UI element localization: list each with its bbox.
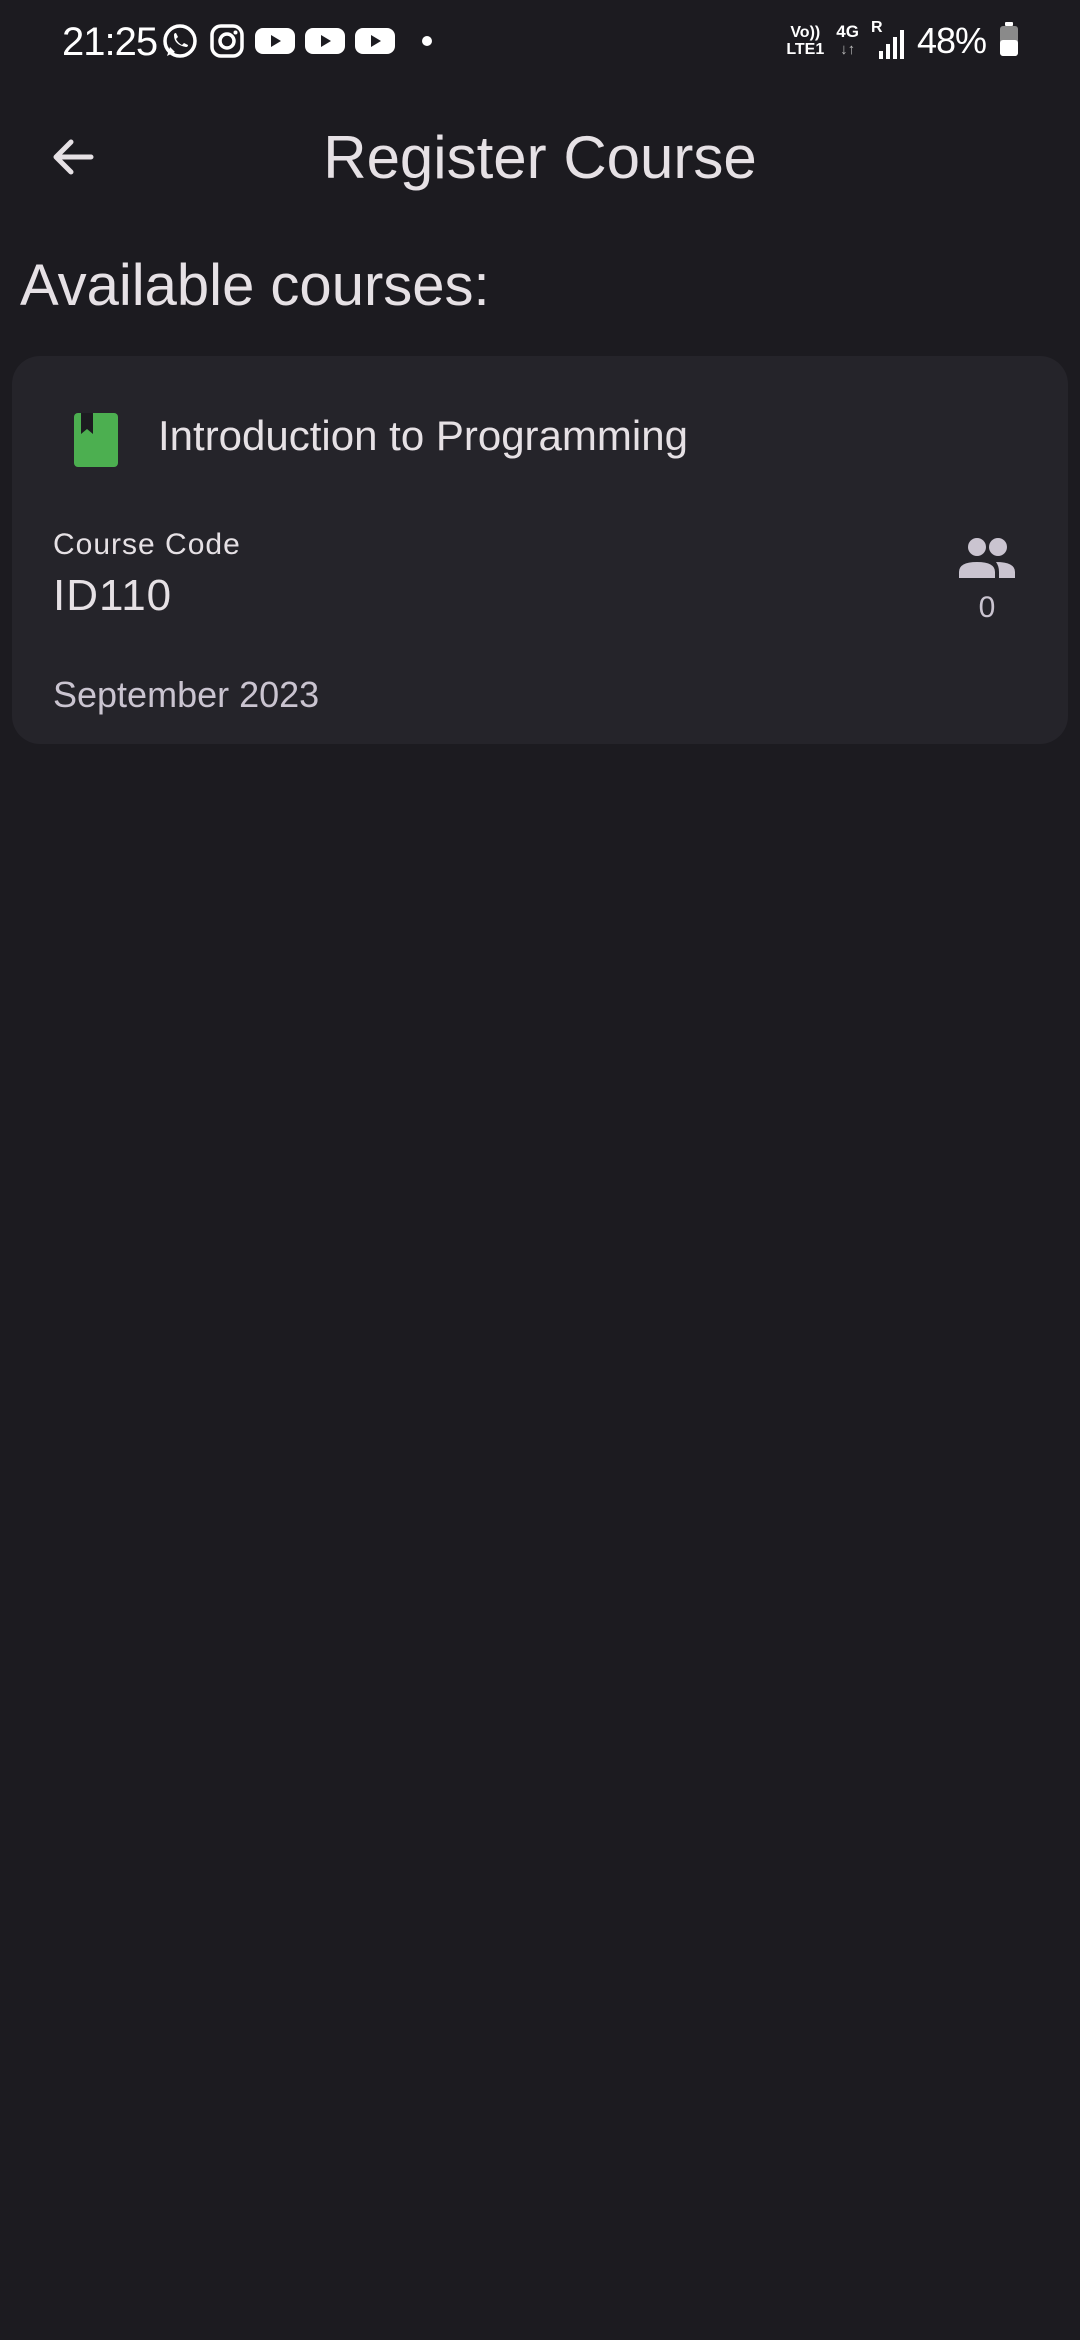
youtube-icon bbox=[254, 25, 296, 57]
section-title: Available courses: bbox=[20, 253, 490, 318]
enrolled-count: 0 bbox=[978, 591, 996, 624]
battery-percent: 48% bbox=[916, 20, 987, 61]
top-app-bar: Register Course bbox=[0, 100, 1080, 212]
status-bar: 21:25 Vo)) LTE1 4G ↓↑ R 48% bbox=[0, 0, 1080, 82]
battery-icon bbox=[998, 21, 1020, 62]
whatsapp-icon bbox=[160, 21, 200, 61]
signal-icon: R bbox=[870, 19, 905, 61]
course-term: September 2023 bbox=[53, 674, 320, 715]
people-icon bbox=[942, 528, 1032, 588]
screen: 21:25 Vo)) LTE1 4G ↓↑ R 48% Register Cou… bbox=[0, 0, 1080, 2340]
network-type-label: 4G bbox=[836, 22, 859, 41]
course-card[interactable]: Introduction to Programming Course Code … bbox=[12, 356, 1068, 744]
course-code-label: Course Code bbox=[53, 528, 241, 561]
data-activity-arrows: ↓↑ bbox=[840, 41, 856, 58]
book-icon bbox=[60, 404, 132, 476]
page-title: Register Course bbox=[323, 124, 757, 191]
course-code-value: ID110 bbox=[53, 571, 173, 620]
notification-icons bbox=[160, 20, 432, 62]
system-status-icons: Vo)) LTE1 4G ↓↑ R 48% bbox=[786, 18, 1020, 64]
volte-bottom-label: LTE1 bbox=[786, 41, 825, 58]
status-time: 21:25 bbox=[62, 20, 158, 64]
youtube-icon bbox=[304, 25, 346, 57]
more-notifications-dot bbox=[422, 36, 432, 46]
volte-indicator: Vo)) LTE1 bbox=[786, 24, 824, 58]
instagram-icon bbox=[208, 22, 246, 60]
roaming-label: R bbox=[870, 19, 883, 36]
course-name: Introduction to Programming bbox=[158, 412, 688, 459]
network-type-indicator: 4G ↓↑ bbox=[836, 23, 859, 59]
volte-top-label: Vo)) bbox=[790, 24, 821, 41]
youtube-icon bbox=[354, 25, 396, 57]
